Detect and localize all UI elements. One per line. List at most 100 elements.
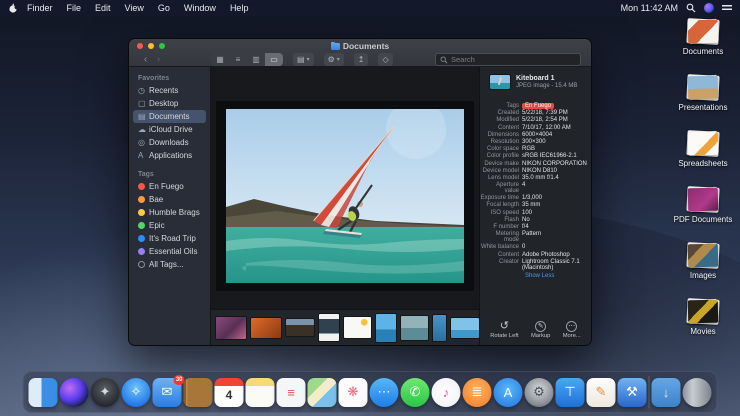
gallery-thumbnail[interactable] <box>319 314 339 341</box>
search-field[interactable]: Search <box>435 53 581 66</box>
dock-icon[interactable]: ✉ 30 <box>153 378 182 407</box>
dock-icon[interactable]: ⚙ <box>525 378 554 407</box>
dock-icon[interactable]: ♪ <box>432 378 461 407</box>
dock-icon[interactable]: ↓ <box>652 378 681 407</box>
view-mode-button[interactable]: ▥ <box>247 53 265 66</box>
sidebar-tag-item[interactable]: Epic <box>133 219 206 232</box>
siri-icon[interactable] <box>704 3 714 13</box>
gallery-thumbnail[interactable] <box>251 318 281 338</box>
sidebar-item[interactable]: ◷ Recents <box>133 84 206 97</box>
dock-icon[interactable] <box>683 378 712 407</box>
dock-icon[interactable] <box>246 378 275 407</box>
back-button[interactable]: ‹ <box>139 54 152 66</box>
stack-icon[interactable] <box>686 131 720 156</box>
menu-item[interactable]: View <box>118 3 151 13</box>
sidebar-tag-item[interactable]: En Fuego <box>133 180 206 193</box>
stack-icon[interactable] <box>686 75 720 100</box>
desktop-stack[interactable]: PDF Documents <box>670 187 736 224</box>
forward-button[interactable]: › <box>152 54 165 66</box>
dock-icon[interactable]: ✆ <box>401 378 430 407</box>
window-chrome: Documents ‹ › ▦≡▥▭ ▤▾ ⚙▾ ↥ ◇ Search <box>129 39 591 67</box>
dock-icon[interactable]: ✧ <box>122 378 151 407</box>
dock-icon[interactable]: ✎ <box>587 378 616 407</box>
share-button[interactable]: ↥ <box>354 53 369 66</box>
toolbar: ‹ › ▦≡▥▭ ▤▾ ⚙▾ ↥ ◇ Search <box>129 52 591 67</box>
apple-menu-icon[interactable] <box>8 2 20 14</box>
dock-icon[interactable]: A <box>494 378 523 407</box>
desktop-stack[interactable]: Presentations <box>670 75 736 112</box>
dock-icon[interactable]: ≡ <box>277 378 306 407</box>
dock-icon[interactable]: 4 <box>215 378 244 407</box>
action-menu-button[interactable]: ⚙▾ <box>324 53 344 66</box>
desktop-stack[interactable]: Documents <box>670 19 736 56</box>
dock-icon[interactable]: ✦ <box>91 378 120 407</box>
metadata-row: Color space RGB <box>480 146 587 152</box>
gallery-thumbnail[interactable] <box>376 314 396 342</box>
dock-icon[interactable]: ⚒ <box>618 378 647 407</box>
sidebar-item[interactable]: ☁ iCloud Drive <box>133 123 206 136</box>
gallery-thumbnail-strip <box>211 309 479 345</box>
stack-icon[interactable] <box>686 243 720 268</box>
sidebar-tag-item[interactable]: Bae <box>133 193 206 206</box>
preview-action-button[interactable]: ⋯ More... <box>563 321 581 339</box>
sidebar-tag-item[interactable]: Essential Oils <box>133 245 206 258</box>
sidebar-item[interactable]: A Applications <box>133 149 206 162</box>
stack-icon[interactable] <box>686 299 720 324</box>
sidebar-item[interactable]: ▢ Desktop <box>133 97 206 110</box>
sidebar-tag-item[interactable]: All Tags... <box>133 258 206 271</box>
view-mode-button[interactable]: ▦ <box>211 53 229 66</box>
show-less-link[interactable]: Show Less <box>525 273 591 279</box>
stack-icon[interactable] <box>686 187 720 212</box>
sidebar-tag-item[interactable]: It's Road Trip <box>133 232 206 245</box>
dock-icon[interactable]: ≣ <box>463 378 492 407</box>
dock-icon[interactable]: ❋ <box>339 378 368 407</box>
gallery-thumbnail[interactable] <box>433 315 446 341</box>
menu-bar-clock[interactable]: Mon 11:42 AM <box>621 3 678 13</box>
preview-action-button[interactable]: ✎ Markup <box>531 321 550 339</box>
finder-window: Documents ‹ › ▦≡▥▭ ▤▾ ⚙▾ ↥ ◇ Search <box>128 38 592 346</box>
dock-icon[interactable]: ⋯ <box>370 378 399 407</box>
metadata-value: RGB <box>522 146 587 152</box>
desktop-stack[interactable]: Movies <box>670 299 736 336</box>
view-mode-button[interactable]: ≡ <box>229 53 247 66</box>
metadata-row: ISO speed 100 <box>480 210 587 216</box>
desktop-stack[interactable]: Spreadsheets <box>670 131 736 168</box>
gallery-thumbnail[interactable] <box>286 319 314 336</box>
menu-item[interactable]: Window <box>177 3 223 13</box>
notification-center-icon[interactable] <box>722 5 732 13</box>
search-icon <box>440 56 448 64</box>
tag-color-dot <box>138 235 145 242</box>
menu-item[interactable]: Go <box>151 3 177 13</box>
sidebar-item[interactable]: ◎ Downloads <box>133 136 206 149</box>
gallery-thumbnail[interactable] <box>344 317 371 338</box>
gallery-thumbnail[interactable] <box>401 316 428 340</box>
sidebar-tag-item[interactable]: Humble Brags <box>133 206 206 219</box>
dock-icon[interactable] <box>308 378 337 407</box>
dock-icon[interactable] <box>29 378 58 407</box>
group-by-button[interactable]: ▤▾ <box>293 53 314 66</box>
gallery-thumbnail[interactable] <box>451 318 479 338</box>
preview-header: Kiteboard 1 JPEG image - 15.4 MB <box>480 67 591 95</box>
preview-actions: ↺ Rotate Left ✎ Markup ⋯ More... <box>480 321 591 339</box>
view-mode-button[interactable]: ▭ <box>265 53 283 66</box>
dock-icon[interactable] <box>60 378 89 407</box>
dock-icon[interactable] <box>649 376 650 408</box>
stack-icon[interactable] <box>686 19 720 44</box>
menu-bar: FinderFileEditViewGoWindowHelp Mon 11:42… <box>0 0 740 16</box>
desktop-stack[interactable]: Images <box>670 243 736 280</box>
sidebar-item[interactable]: ▤ Documents <box>133 110 206 123</box>
menu-item[interactable]: File <box>60 3 89 13</box>
search-placeholder: Search <box>451 55 475 64</box>
menu-item[interactable]: Finder <box>20 3 60 13</box>
dock-icon[interactable]: ⊤ <box>556 378 585 407</box>
spotlight-search-icon[interactable] <box>686 3 696 13</box>
menu-item[interactable]: Edit <box>88 3 118 13</box>
preview-action-button[interactable]: ↺ Rotate Left <box>490 321 518 339</box>
stack-label: Documents <box>683 47 723 56</box>
gallery-photo[interactable] <box>226 109 464 283</box>
metadata-list: Tags En Fuego Created 5/22/18, 7:39 PM M… <box>480 95 591 271</box>
gallery-thumbnail[interactable] <box>216 317 246 339</box>
menu-item[interactable]: Help <box>223 3 256 13</box>
edit-tags-button[interactable]: ◇ <box>378 53 392 66</box>
dock-icon[interactable] <box>184 378 213 407</box>
